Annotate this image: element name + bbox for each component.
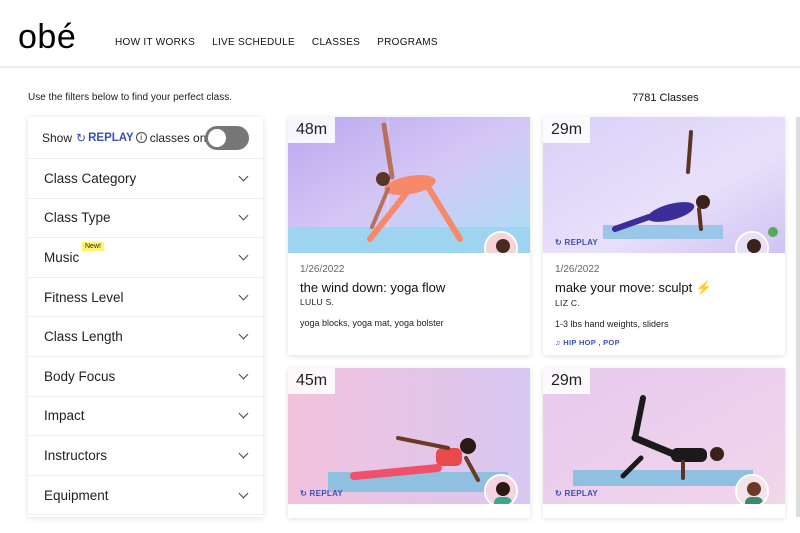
top-header: obé HOW IT WORKS LIVE SCHEDULE CLASSES P… [0,0,800,68]
chevron-down-icon [238,210,249,221]
filter-class-type[interactable]: Class Type [28,199,263,239]
chevron-down-icon [238,448,249,459]
main-nav: HOW IT WORKS LIVE SCHEDULE CLASSES PROGR… [115,37,438,48]
replay-prefix: Show [42,130,73,145]
instructor-name: LIZ C. [555,298,580,308]
filter-body-focus[interactable]: Body Focus [28,357,263,397]
filter-class-category[interactable]: Class Category [28,159,263,199]
card-details: 1/26/2022 the wind down: yoga flow LULU … [288,253,530,338]
duration-badge: 48m [288,117,336,143]
obe-logo[interactable]: obé [18,18,76,57]
filter-impact[interactable]: Impact [28,397,263,437]
filter-label: Body Focus [44,368,116,384]
instructor-avatar[interactable] [484,474,518,504]
instructor-name: LULU S. [300,297,335,307]
filter-label: Instructors [44,447,108,463]
nav-how-it-works[interactable]: HOW IT WORKS [115,37,195,48]
filter-equipment[interactable]: Equipment [28,476,263,516]
filter-label: Impact [44,408,85,424]
class-date: 1/26/2022 [300,264,345,275]
chevron-down-icon [238,369,249,380]
replay-label: REPLAY [88,131,134,144]
replay-toggle[interactable] [205,126,249,150]
chevron-down-icon [238,250,249,261]
class-title[interactable]: make your move: sculpt [555,280,692,295]
class-thumbnail[interactable]: 45m ↻ REPLAY [288,368,530,504]
class-card[interactable]: 29m ↻ REPLAY 1/26/2022 make your move: s… [543,117,785,355]
filter-label: Class Category [44,170,137,186]
duration-badge: 45m [288,368,336,394]
filter-label: Class Length [44,329,123,345]
filter-fitness-level[interactable]: Fitness Level [28,278,263,318]
lightning-bolt-icon: ⚡ [695,280,713,295]
chevron-down-icon [238,329,249,340]
chevron-down-icon [238,408,249,419]
filter-instructors[interactable]: Instructors [28,436,263,476]
info-icon[interactable]: i [135,132,147,143]
class-date: 1/26/2022 [555,264,600,275]
duration-badge: 29m [543,368,591,394]
filter-label: Class Type [44,210,111,226]
replay-tag: ↻ REPLAY [555,489,599,498]
replay-filter-row: Show ↻ REPLAY i classes only [28,117,263,159]
class-card[interactable]: 29m ↻ REPLAY [543,368,785,518]
toggle-knob [208,129,226,147]
filter-class-length[interactable]: Class Length [28,317,263,357]
filter-music[interactable]: Music New! [28,238,263,278]
class-title-row[interactable]: make your move: sculpt ⚡ [555,280,773,296]
class-count: 7781 Classes [632,92,699,104]
class-thumbnail[interactable]: 29m ↻ REPLAY [543,368,785,504]
card-details: 1/26/2022 make your move: sculpt ⚡ LIZ C… [543,253,785,355]
replay-tag: ↻ REPLAY [300,489,344,498]
filter-label: Music [44,249,80,265]
filter-label: Fitness Level [44,289,124,305]
class-thumbnail[interactable]: 29m ↻ REPLAY [543,117,785,253]
class-thumbnail[interactable]: 48m [288,117,530,253]
nav-live-schedule[interactable]: LIVE SCHEDULE [212,37,295,48]
class-title[interactable]: the wind down: yoga flow [300,280,518,295]
chevron-down-icon [238,488,249,498]
class-equipment: yoga blocks, yoga mat, yoga bolster [300,318,444,328]
class-equipment: 1-3 lbs hand weights, sliders [555,319,669,329]
chevron-down-icon [238,171,249,182]
class-card[interactable]: 45m ↻ REPLAY [288,368,530,518]
new-badge: New! [82,241,104,251]
duration-badge: 29m [543,117,591,143]
replay-icon: ↻ [76,130,87,145]
music-genres: ♫ HIP HOP , POP [555,338,620,347]
replay-tag: ↻ REPLAY [555,238,599,247]
chevron-down-icon [238,290,249,301]
nav-classes[interactable]: CLASSES [312,37,360,48]
instructor-avatar[interactable] [735,474,769,504]
filter-label: Equipment [44,487,109,503]
filter-sidebar: Show ↻ REPLAY i classes only Class Categ… [28,117,263,517]
class-card[interactable]: 48m 1/26/2022 the wind down: yoga flow L… [288,117,530,355]
nav-programs[interactable]: PROGRAMS [377,37,438,48]
next-card-peek [796,117,800,517]
filter-hint: Use the filters below to find your perfe… [28,92,232,103]
